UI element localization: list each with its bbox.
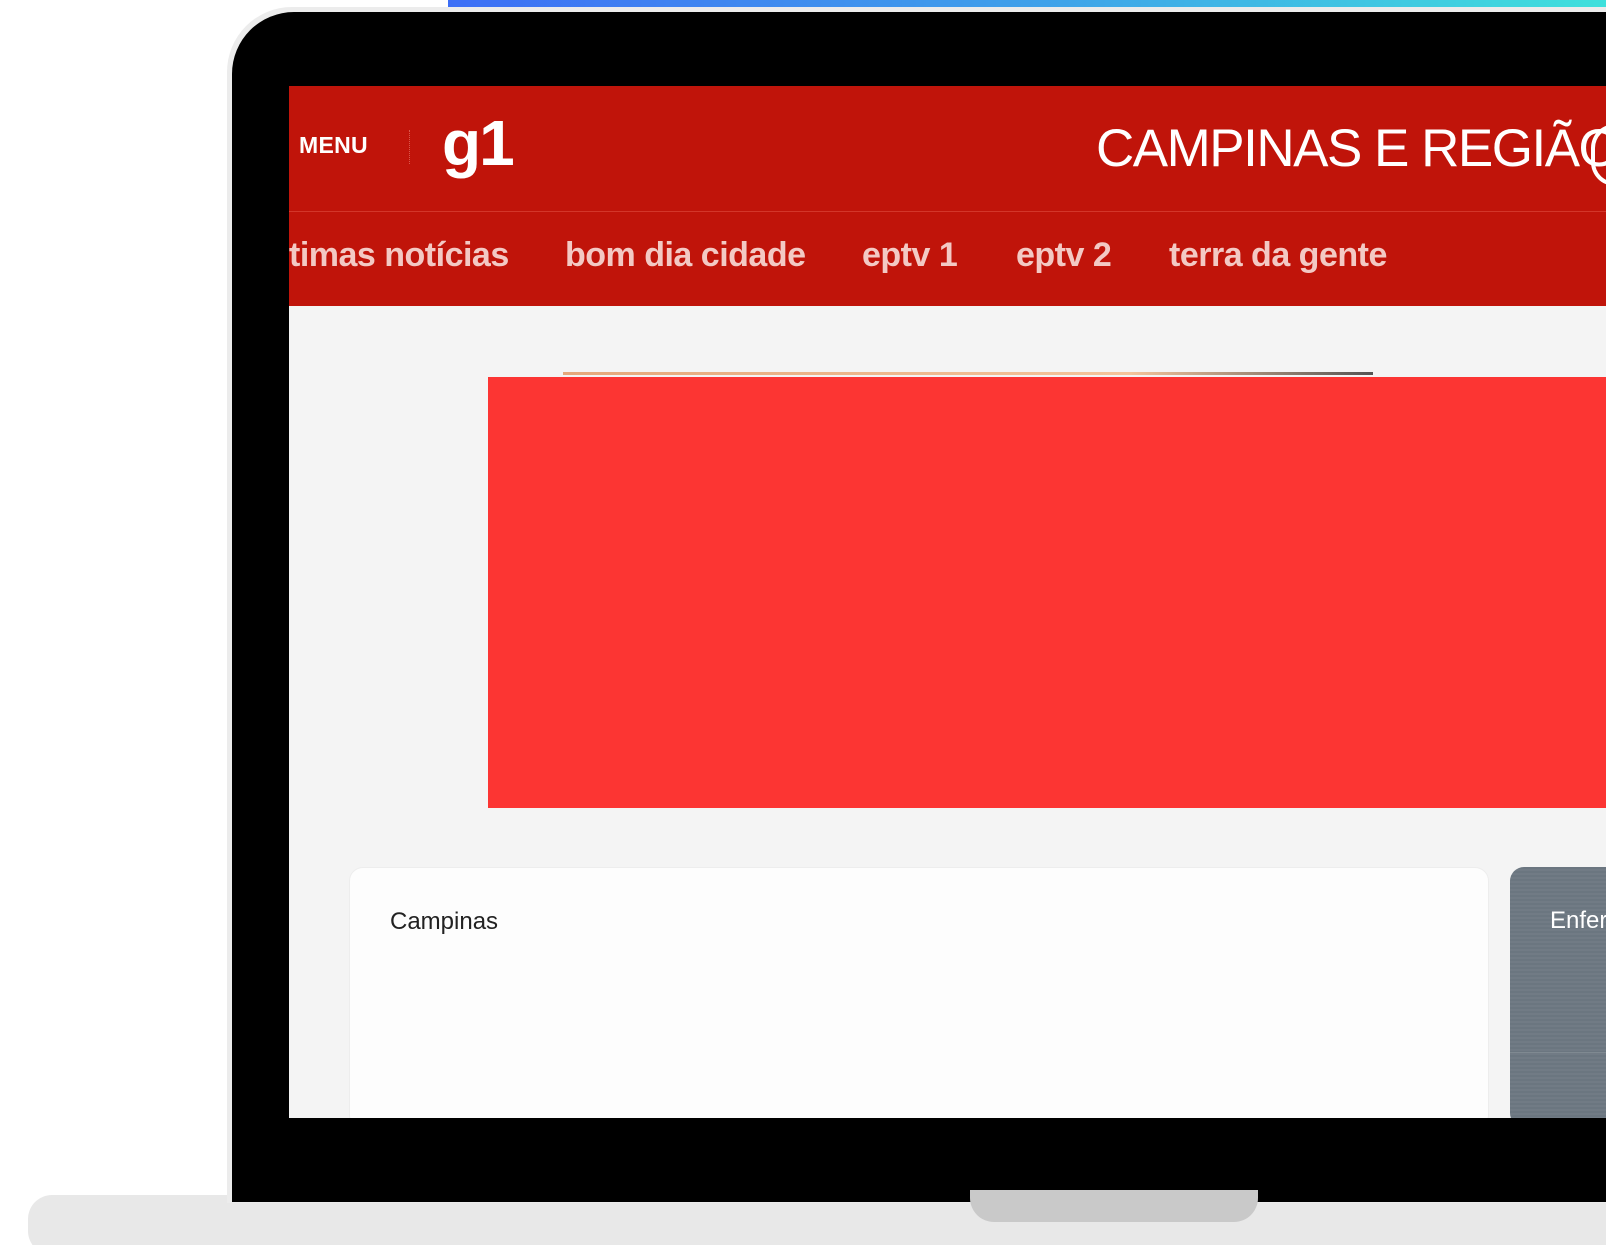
menu-divider <box>409 130 410 164</box>
laptop-notch <box>970 1190 1258 1222</box>
card-divider <box>1510 1052 1606 1053</box>
menu-button[interactable]: MENU <box>299 132 368 159</box>
redacted-banner <box>488 377 1606 808</box>
g1-logo[interactable]: g1 <box>442 106 515 180</box>
decorative-gradient-bar <box>448 0 1606 11</box>
card-section-label: Campinas <box>390 908 499 935</box>
nav-item-ultimas-noticias[interactable]: timas notícias <box>289 236 509 275</box>
nav-item-bom-dia-cidade[interactable]: bom dia cidade <box>565 236 806 275</box>
nav-item-terra-da-gente[interactable]: terra da gente <box>1169 236 1387 275</box>
laptop-base <box>28 1195 1606 1245</box>
news-card-campinas[interactable]: Campinas <box>349 867 1489 1118</box>
site-header: MENU g1 CAMPINAS E REGIÃO timas notícias… <box>289 86 1606 306</box>
banner-top-edge <box>563 372 1373 375</box>
nav-item-eptv-2[interactable]: eptv 2 <box>1016 236 1112 275</box>
device-mockup: MENU g1 CAMPINAS E REGIÃO timas notícias… <box>0 0 1606 1245</box>
region-title[interactable]: CAMPINAS E REGIÃO <box>1096 118 1606 179</box>
news-card-featured[interactable]: Enfer <box>1510 867 1606 1118</box>
card-section-label: Enfer <box>1550 907 1606 934</box>
nav-item-eptv-1[interactable]: eptv 1 <box>862 236 958 275</box>
header-top-bar: MENU g1 CAMPINAS E REGIÃO <box>289 86 1606 212</box>
browser-viewport: MENU g1 CAMPINAS E REGIÃO timas notícias… <box>289 86 1606 1118</box>
